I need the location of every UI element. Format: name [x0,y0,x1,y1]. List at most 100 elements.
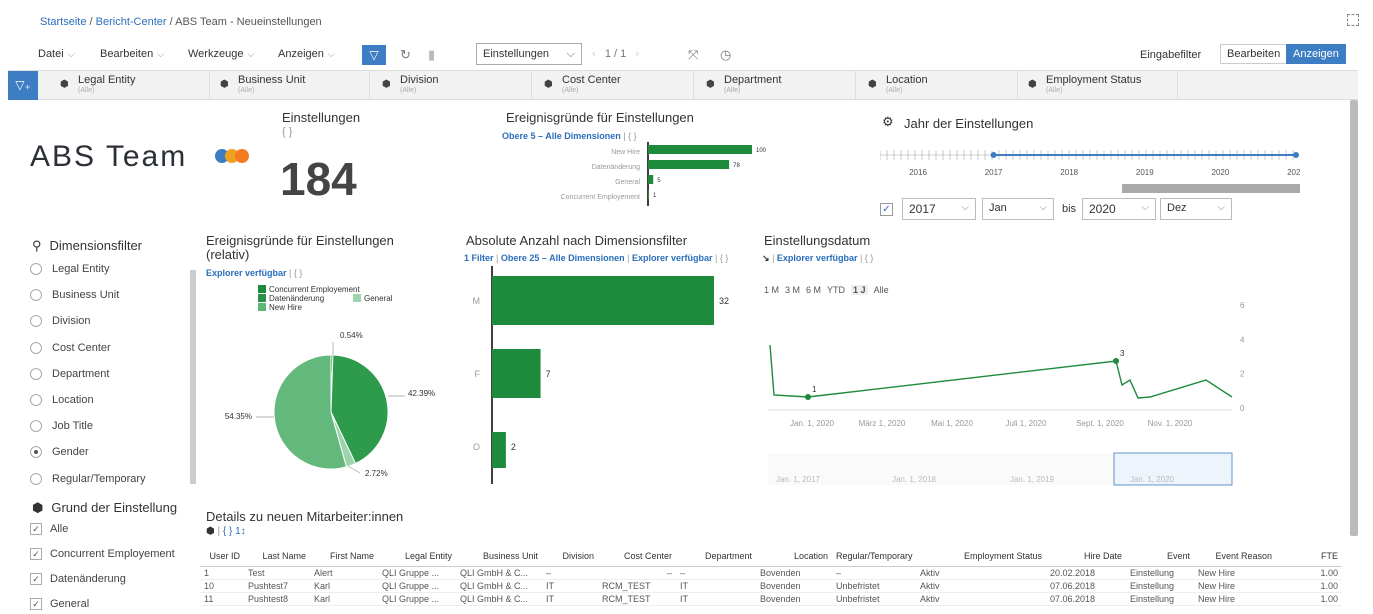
braces-icon[interactable]: | { } [715,253,728,263]
table-row[interactable]: 1 Test Alert QLI Gruppe ... QLI GmbH & C... –… [200,566,1342,580]
radio-button[interactable] [30,472,42,485]
cube-icon[interactable]: ⬢ [206,526,215,537]
dimension-option[interactable]: Job Title [30,420,93,433]
range-button[interactable]: 6 M [806,285,821,295]
dimension-option[interactable]: Legal Entity [30,263,109,276]
column-header[interactable]: First Name [310,546,378,567]
radio-button[interactable] [30,289,42,302]
menu-datei[interactable]: Datei ⌵ [38,48,75,60]
top25-link[interactable]: Obere 25 – Alle Dimensionen [501,253,625,263]
reason-option[interactable]: ✓ Alle [30,523,68,536]
breadcrumb-home[interactable]: Startseite [40,16,86,28]
annotation-label: 3 [1120,349,1125,358]
dimension-list-scrollbar[interactable] [190,270,196,484]
column-header[interactable]: Hire Date [1046,546,1126,567]
bookmark-icon[interactable]: ▮ [428,47,435,63]
settings-icon[interactable]: ⚙ [882,114,894,130]
column-header[interactable]: Event [1126,546,1194,567]
menu-werkzeuge[interactable]: Werkzeuge ⌵ [188,48,254,60]
column-header[interactable]: Regular/Temporary [832,546,916,567]
link-icon[interactable]: ↘ [762,253,770,263]
radio-button[interactable] [30,341,42,354]
filter-department[interactable]: ⬢ Department (Alle) [696,71,856,100]
timer-icon[interactable]: ◷ [720,47,731,63]
show-button[interactable]: Anzeigen [1286,44,1346,64]
column-header[interactable]: Employment Status [916,546,1046,567]
year-filter-checkbox[interactable]: ✓ [880,203,893,216]
table-tool-braces[interactable]: { } 1 [223,526,241,537]
column-header[interactable]: Business Unit [456,546,542,567]
filter-icon[interactable]: ▽ [362,45,386,65]
dimension-option[interactable]: Cost Center [30,342,111,354]
braces-icon[interactable]: | { } [289,268,302,278]
input-filter-link[interactable]: Eingabefilter [1140,49,1201,61]
radio-button[interactable] [30,367,42,380]
filter-count-link[interactable]: 1 Filter [464,253,494,263]
filter-employment-status[interactable]: ⬢ Employment Status (Alle) [1018,71,1178,100]
dimension-option[interactable]: Gender [30,446,89,459]
reason-option[interactable]: ✓ Datenänderung [30,573,126,586]
reason-option[interactable]: ✓ General [30,598,89,611]
column-header[interactable]: Last Name [244,546,310,567]
radio-button[interactable] [30,315,42,328]
column-header[interactable]: Location [756,546,832,567]
checkbox[interactable]: ✓ [30,548,42,561]
dimension-option[interactable]: Regular/Temporary [30,473,146,485]
column-header[interactable]: User ID [200,546,244,567]
year-range-slider[interactable]: 2016 2017 2018 2019 2020 2021 [880,145,1300,195]
checkbox[interactable]: ✓ [30,523,42,536]
dimension-option[interactable]: Location [30,394,94,407]
column-header[interactable]: Event Reason [1194,546,1276,567]
breadcrumb-report-center[interactable]: Bericht-Center [96,16,167,28]
radio-button[interactable] [30,446,42,459]
column-header[interactable]: Legal Entity [378,546,456,567]
range-button[interactable]: YTD [827,285,845,295]
to-month-select[interactable]: Dez ⌵ [1160,198,1232,220]
reason-option[interactable]: ✓ Concurrent Employement [30,548,175,561]
from-year-select[interactable]: 2017 ⌵ [902,198,976,220]
explorer-link[interactable]: Explorer verfügbar [632,253,713,263]
sort-icon[interactable]: ↕ [241,526,246,537]
explorer-link[interactable]: Explorer verfügbar [777,253,858,263]
table-row[interactable]: 10 Pushtest7 Karl QLI Gruppe ... QLI GmbH & … [200,579,1342,593]
to-year-select[interactable]: 2020 ⌵ [1082,198,1156,220]
filter-legal-entity[interactable]: ⬢ Legal Entity (Alle) [50,71,210,100]
range-button[interactable]: 1 J [851,285,868,295]
filter-division[interactable]: ⬢ Division (Alle) [372,71,532,100]
next-page-icon[interactable]: › [635,48,639,60]
dimension-option[interactable]: Business Unit [30,289,119,302]
menu-anzeigen[interactable]: Anzeigen ⌵ [278,48,335,60]
refresh-icon[interactable]: ↻ [400,47,411,63]
menu-bearbeiten[interactable]: Bearbeiten ⌵ [100,48,164,60]
column-header[interactable]: Cost Center [598,546,676,567]
range-button[interactable]: 3 M [785,285,800,295]
add-filter-icon[interactable]: ▽₊ [8,71,38,100]
page-scrollbar[interactable] [1350,100,1358,536]
expand-icon[interactable]: ⤧ [688,47,698,63]
edit-button[interactable]: Bearbeiten [1220,44,1288,64]
column-header[interactable]: Department [676,546,756,567]
dimension-option[interactable]: Division [30,315,91,328]
column-header[interactable]: Division [542,546,598,567]
column-header[interactable]: FTE [1276,546,1342,567]
prev-page-icon[interactable]: ‹ [592,48,596,60]
range-button[interactable]: 1 M [764,285,779,295]
table-row[interactable]: 11 Pushtest8 Karl QLI Gruppe ... QLI GmbH & … [200,592,1342,606]
checkbox[interactable]: ✓ [30,598,42,611]
from-month-select[interactable]: Jan ⌵ [982,198,1054,220]
explorer-link[interactable]: Explorer verfügbar [206,268,287,278]
checkbox[interactable]: ✓ [30,573,42,586]
braces-icon[interactable]: | { } [860,253,873,263]
filter-cost-center[interactable]: ⬢ Cost Center (Alle) [534,71,694,100]
fullscreen-icon[interactable] [1347,14,1359,26]
view-select[interactable]: Einstellungen ⌵ [476,43,582,65]
radio-button[interactable] [30,420,42,433]
radio-button[interactable] [30,263,42,276]
filter-business-unit[interactable]: ⬢ Business Unit (Alle) [210,71,370,100]
dimension-option[interactable]: Department [30,368,109,380]
table-cell: Bovenden [756,566,832,580]
radio-button[interactable] [30,394,42,407]
kpi-braces[interactable]: { } [282,126,292,138]
filter-location[interactable]: ⬢ Location (Alle) [858,71,1018,100]
range-button[interactable]: Alle [874,285,889,295]
